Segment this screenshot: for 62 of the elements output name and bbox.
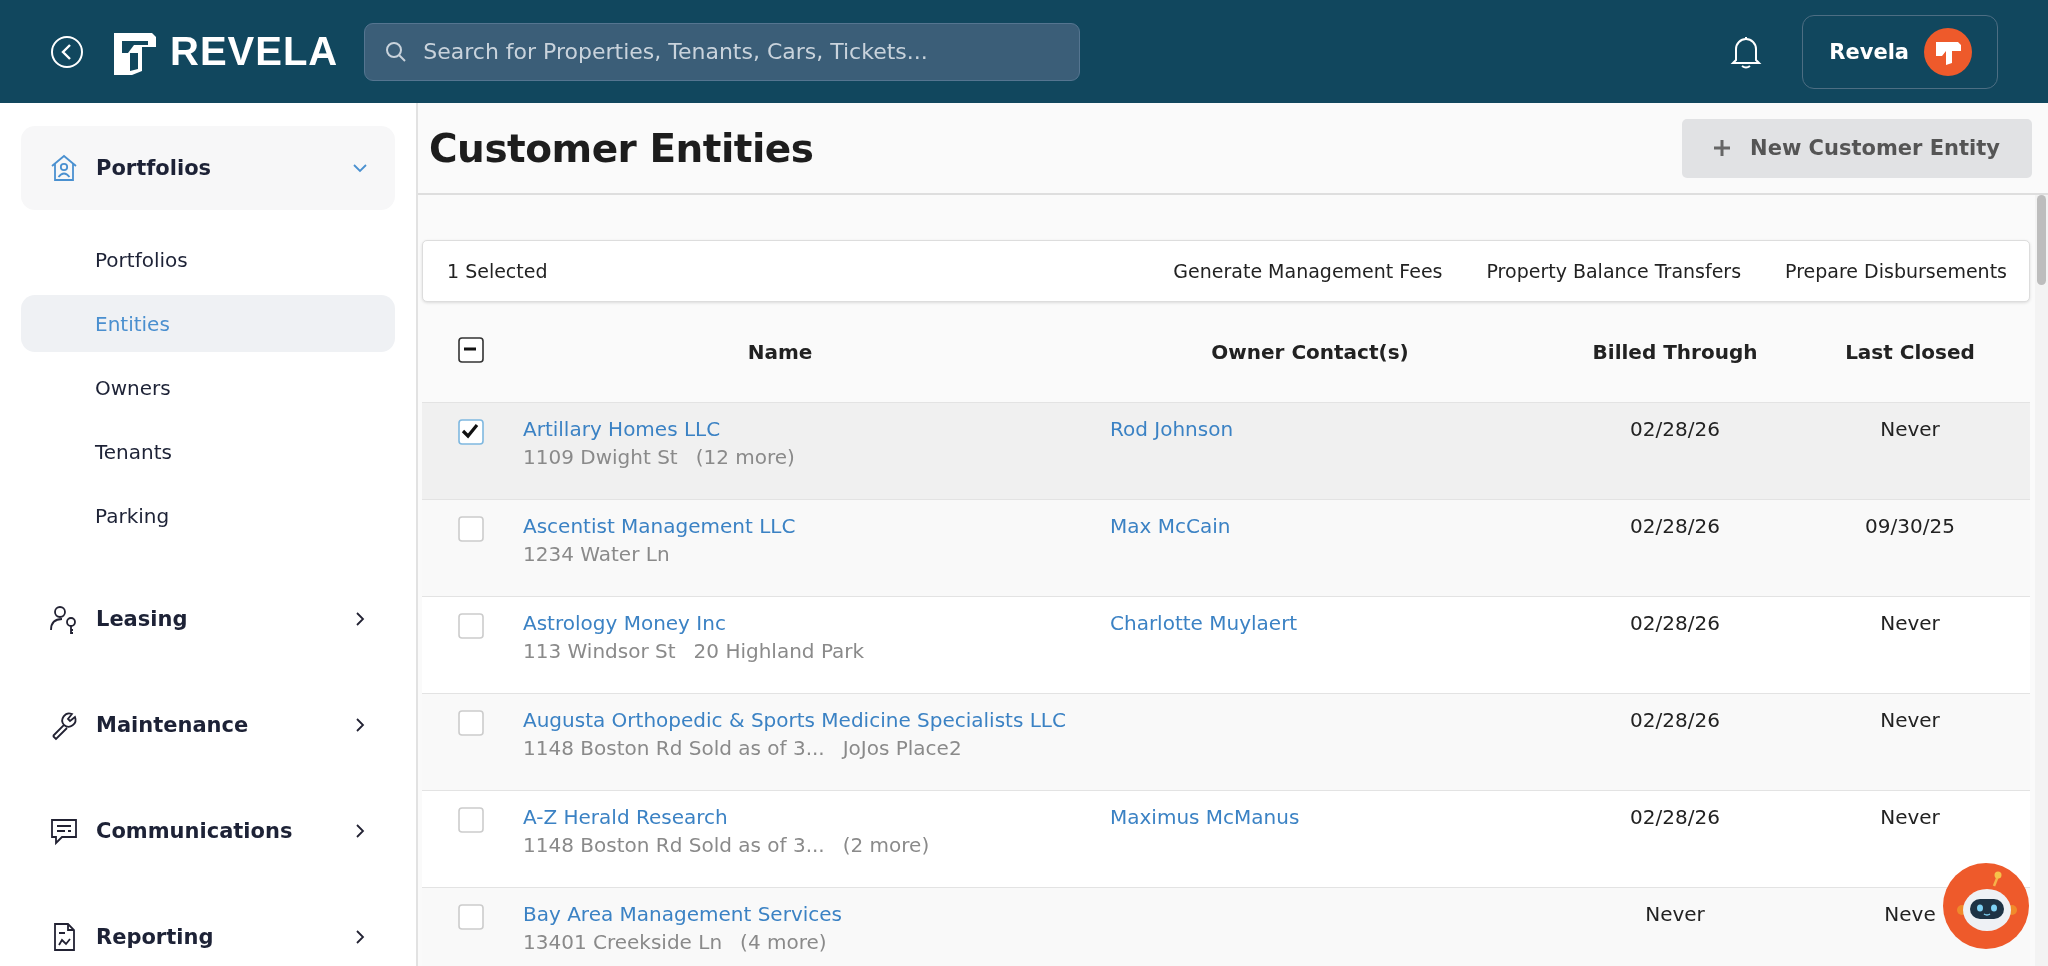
action-button[interactable]: Property Balance Transfers xyxy=(1486,260,1742,282)
owner-link[interactable]: Rod Johnson xyxy=(1110,417,1234,441)
column-header[interactable]: Last Closed xyxy=(1845,340,1975,364)
new-entity-button[interactable]: New Customer Entity xyxy=(1682,118,2032,178)
table-cell: Never xyxy=(1880,805,1940,829)
address-text: 20 Highland Park xyxy=(693,639,865,663)
back-icon[interactable] xyxy=(50,34,84,69)
account-button[interactable]: Revela xyxy=(1802,14,1998,89)
nav-group[interactable]: Maintenance xyxy=(21,683,395,767)
checkbox[interactable] xyxy=(458,419,484,445)
search-field[interactable]: Search for Properties, Tenants, Cars, Tickets... xyxy=(364,22,1081,81)
action-button[interactable]: Generate Management Fees xyxy=(1173,260,1443,282)
nav-item[interactable]: Owners xyxy=(21,359,395,416)
owner-link[interactable]: Max McCain xyxy=(1110,514,1231,538)
address-text: (2 more) xyxy=(842,833,930,857)
address-text: (12 more) xyxy=(695,445,795,469)
address-text: 1148 Boston Rd Sold as of 3... xyxy=(523,833,825,857)
address-text: 113 Windsor St xyxy=(523,639,676,663)
column-header[interactable]: Billed Through xyxy=(1592,340,1758,364)
address-text: 1234 Water Ln xyxy=(523,542,670,566)
entity-link[interactable]: Astrology Money Inc xyxy=(523,611,726,635)
owner-link[interactable]: Charlotte Muylaert xyxy=(1110,611,1298,635)
owner-link[interactable]: Maximus McManus xyxy=(1110,805,1300,829)
column-header[interactable]: Name xyxy=(747,340,813,364)
address-text: 13401 Creekside Ln xyxy=(523,930,723,954)
action-button[interactable]: Prepare Disbursements xyxy=(1785,260,2007,282)
address-text: 1109 Dwight St xyxy=(523,445,678,469)
nav-group[interactable]: Leasing xyxy=(21,577,395,661)
entity-link[interactable]: Augusta Orthopedic & Sports Medicine Specialists LLC xyxy=(523,708,1066,732)
address-text: JoJos Place2 xyxy=(842,736,962,760)
logo-text: REVELA xyxy=(170,29,339,74)
nav-item[interactable]: Tenants xyxy=(21,423,395,480)
page-title: Customer Entities xyxy=(429,125,814,171)
nav-group[interactable]: Reporting xyxy=(21,895,395,966)
table-cell: 02/28/26 xyxy=(1630,514,1720,538)
table-cell: 02/28/26 xyxy=(1630,611,1720,635)
table-cell: Never xyxy=(1880,611,1940,635)
plus-icon xyxy=(1712,138,1733,158)
entity-link[interactable]: Bay Area Management Services xyxy=(523,902,842,926)
address-text: (4 more) xyxy=(740,930,827,954)
nav-group[interactable]: Communications xyxy=(21,789,395,873)
selected-count: 1 Selected xyxy=(447,260,549,282)
table-cell: Neve xyxy=(1884,902,1936,926)
logo-icon xyxy=(1923,26,1973,77)
table-cell: Never xyxy=(1645,902,1705,926)
robot-assistant-icon[interactable] xyxy=(1942,862,2030,950)
table-cell: Never xyxy=(1880,708,1940,732)
column-header[interactable]: Owner Contact(s) xyxy=(1211,340,1409,364)
nav-item[interactable]: Portfolios xyxy=(21,231,395,288)
table-cell: Never xyxy=(1880,417,1940,441)
entity-link[interactable]: A-Z Herald Research xyxy=(523,805,728,829)
entity-link[interactable]: Ascentist Management LLC xyxy=(523,514,796,538)
nav-group[interactable]: Portfolios xyxy=(21,126,395,210)
table-cell: 02/28/26 xyxy=(1630,805,1720,829)
entity-link[interactable]: Artillary Homes LLC xyxy=(523,417,721,441)
nav-item[interactable]: Parking xyxy=(21,487,395,544)
table-cell: 02/28/26 xyxy=(1630,708,1720,732)
table-cell: 09/30/25 xyxy=(1865,514,1955,538)
scrollbar[interactable] xyxy=(2035,195,2048,966)
table-cell: 02/28/26 xyxy=(1630,417,1720,441)
checkbox[interactable] xyxy=(458,336,484,363)
address-text: 1148 Boston Rd Sold as of 3... xyxy=(523,736,825,760)
